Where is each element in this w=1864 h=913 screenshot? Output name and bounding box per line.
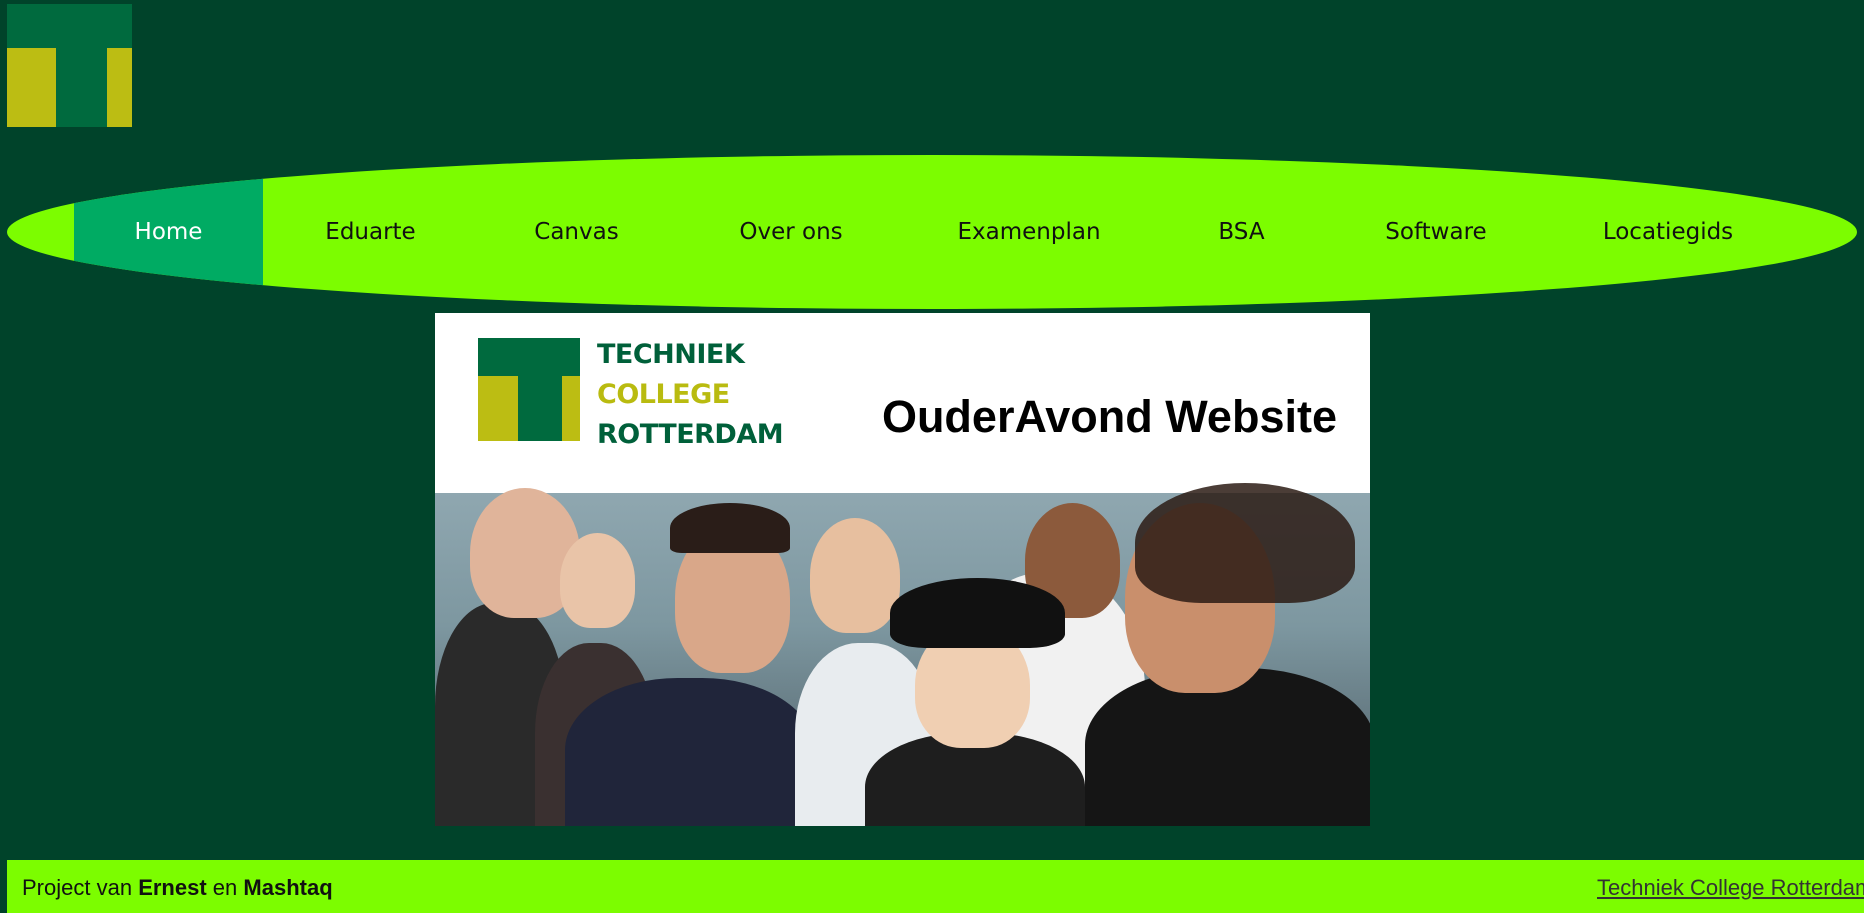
logo-yellow-left	[7, 48, 56, 127]
logo-line-1: TECHNIEK	[597, 339, 745, 370]
hero-banner: TECHNIEK COLLEGE ROTTERDAM OuderAvond We…	[435, 313, 1370, 826]
nav-item-locatiegids[interactable]: Locatiegids	[1540, 155, 1796, 309]
site-logo	[7, 4, 132, 127]
nav-item-over-ons[interactable]: Over ons	[675, 155, 907, 309]
banner-header: TECHNIEK COLLEGE ROTTERDAM OuderAvond We…	[435, 313, 1370, 493]
footer-author-2: Mashtaq	[243, 875, 333, 900]
logo-line-3: ROTTERDAM	[597, 419, 784, 450]
logo-yellow-right	[107, 48, 132, 127]
footer-prefix: Project van	[22, 875, 133, 900]
footer-author-1: Ernest	[138, 875, 207, 900]
nav-item-software[interactable]: Software	[1332, 155, 1540, 309]
college-logo-text: TECHNIEK COLLEGE ROTTERDAM	[597, 335, 784, 455]
logo-line-2: COLLEGE	[597, 379, 730, 410]
nav-item-canvas[interactable]: Canvas	[478, 155, 675, 309]
page-title: OuderAvond Website	[881, 391, 1337, 442]
students-group-photo	[435, 483, 1370, 826]
nav-item-bsa[interactable]: BSA	[1151, 155, 1332, 309]
page-footer: Project van Ernest en Mashtaq Techniek C…	[7, 860, 1864, 913]
main-navigation: Home Eduarte Canvas Over ons Examenplan …	[7, 155, 1857, 309]
footer-joiner: en	[212, 875, 238, 900]
nav-item-home[interactable]: Home	[74, 155, 263, 309]
nav-item-examenplan[interactable]: Examenplan	[907, 155, 1151, 309]
nav-item-eduarte[interactable]: Eduarte	[263, 155, 478, 309]
nav-list: Home Eduarte Canvas Over ons Examenplan …	[74, 155, 1796, 309]
footer-college-link[interactable]: Techniek College Rotterdam	[1597, 875, 1864, 901]
footer-credits: Project van Ernest en Mashtaq	[22, 875, 333, 901]
college-logo-mark	[478, 338, 580, 441]
logo-green-stem	[56, 48, 107, 127]
